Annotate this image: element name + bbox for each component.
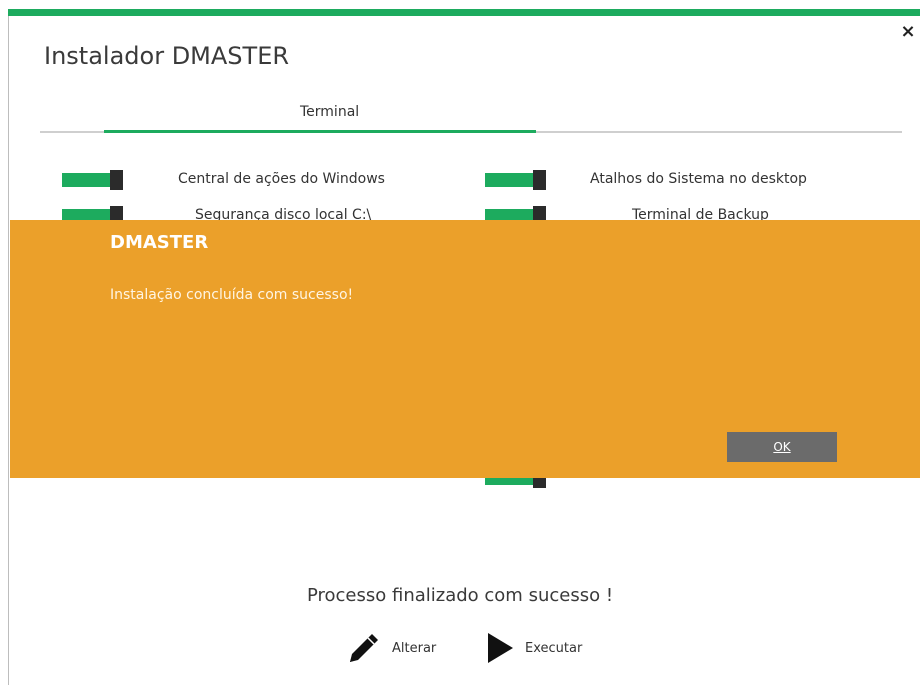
executar-button[interactable]: Executar: [485, 630, 582, 666]
dialog-title: DMASTER: [110, 232, 209, 253]
toggle-knob: [533, 170, 546, 190]
toggle-label-central-acoes-windows: Central de ações do Windows: [178, 171, 385, 187]
tab-terminal[interactable]: Terminal: [300, 104, 359, 120]
play-icon: [488, 633, 513, 663]
alterar-button[interactable]: Alterar: [346, 630, 436, 666]
toggle-central-acoes-windows[interactable]: [62, 170, 124, 190]
dialog-message: Instalação concluída com sucesso!: [110, 287, 354, 303]
tab-active-indicator: [104, 130, 536, 133]
toggle-knob: [110, 170, 123, 190]
close-button[interactable]: ×: [898, 22, 918, 42]
process-status-message: Processo finalizado com sucesso !: [306, 585, 614, 606]
toggle-track: [485, 173, 535, 187]
pencil-icon: [350, 634, 378, 662]
toggle-label-atalhos-desktop: Atalhos do Sistema no desktop: [590, 171, 807, 187]
toggle-track: [62, 173, 112, 187]
alterar-label: Alterar: [392, 640, 437, 656]
ok-button[interactable]: OK: [727, 432, 837, 462]
executar-label: Executar: [525, 640, 583, 656]
window-accent-bar: [8, 9, 920, 16]
window-title: Instalador DMASTER: [44, 42, 290, 70]
toggle-atalhos-desktop[interactable]: [485, 170, 547, 190]
